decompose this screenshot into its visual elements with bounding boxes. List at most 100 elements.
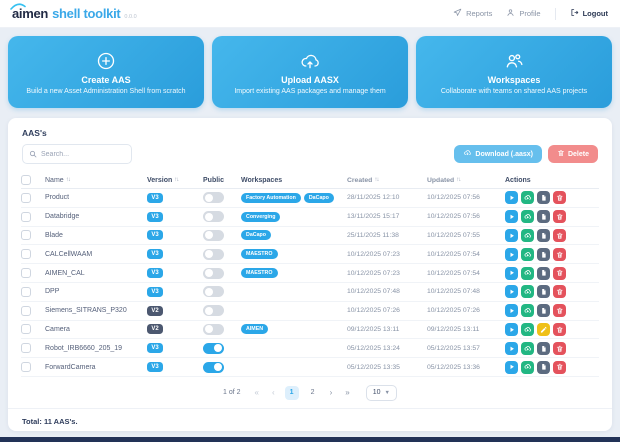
download-action-button[interactable]: [521, 229, 534, 242]
sort-icon[interactable]: ↑↓: [174, 177, 178, 183]
copy-action-button[interactable]: [537, 285, 550, 298]
run-action-button[interactable]: [505, 248, 518, 261]
aas-panel: AAS's Download (.aasx) Delete: [8, 118, 612, 431]
download-aasx-button[interactable]: Download (.aasx): [454, 145, 542, 163]
copy-action-button[interactable]: [537, 361, 550, 374]
delete-action-button[interactable]: [553, 323, 566, 336]
delete-action-button[interactable]: [553, 191, 566, 204]
public-toggle[interactable]: [203, 192, 224, 203]
page-size-select[interactable]: 10 ▼: [366, 385, 397, 401]
sort-icon[interactable]: ↑↓: [374, 177, 378, 183]
delete-action-button[interactable]: [553, 210, 566, 223]
delete-action-button[interactable]: [553, 342, 566, 355]
header-public: Public: [203, 177, 241, 184]
pagination-next-button[interactable]: ›: [327, 386, 336, 399]
download-action-button[interactable]: [521, 342, 534, 355]
copy-action-button[interactable]: [537, 210, 550, 223]
sort-icon[interactable]: ↑↓: [66, 177, 70, 183]
pagination-page-2[interactable]: 2: [306, 386, 320, 400]
run-action-button[interactable]: [505, 342, 518, 355]
row-actions: [505, 229, 599, 242]
public-toggle[interactable]: [203, 230, 224, 241]
edit-action-button[interactable]: [537, 323, 550, 336]
delete-action-button[interactable]: [553, 285, 566, 298]
copy-action-button[interactable]: [537, 304, 550, 317]
row-checkbox[interactable]: [21, 287, 31, 297]
public-toggle[interactable]: [203, 268, 224, 279]
pagination-last-button[interactable]: »: [342, 386, 352, 399]
download-action-button[interactable]: [521, 267, 534, 280]
delete-action-button[interactable]: [553, 229, 566, 242]
row-checkbox[interactable]: [21, 230, 31, 240]
nav-reports[interactable]: Reports: [453, 8, 492, 19]
download-action-button[interactable]: [521, 285, 534, 298]
card-subtitle: Collaborate with teams on shared AAS pro…: [441, 88, 587, 95]
pagination-page-1[interactable]: 1: [285, 386, 299, 400]
delete-action-button[interactable]: [553, 361, 566, 374]
run-action-button[interactable]: [505, 361, 518, 374]
row-checkbox[interactable]: [21, 343, 31, 353]
download-action-button[interactable]: [521, 304, 534, 317]
copy-action-button[interactable]: [537, 342, 550, 355]
row-actions: [505, 191, 599, 204]
copy-action-button[interactable]: [537, 191, 550, 204]
upload-aasx-card[interactable]: Upload AASX Import existing AAS packages…: [212, 36, 408, 108]
pagination-first-button[interactable]: «: [252, 386, 262, 399]
bulk-delete-button[interactable]: Delete: [548, 145, 598, 163]
create-aas-card[interactable]: Create AAS Build a new Asset Administrat…: [8, 36, 204, 108]
select-all-checkbox[interactable]: [21, 175, 31, 185]
public-toggle[interactable]: [203, 211, 224, 222]
public-toggle[interactable]: [203, 324, 224, 335]
delete-action-button[interactable]: [553, 304, 566, 317]
run-action-button[interactable]: [505, 323, 518, 336]
pagination-prev-button[interactable]: ‹: [269, 386, 278, 399]
copy-action-button[interactable]: [537, 248, 550, 261]
nav-logout[interactable]: Logout: [570, 8, 608, 19]
run-action-button[interactable]: [505, 210, 518, 223]
version-badge: V3: [147, 287, 163, 297]
sort-icon[interactable]: ↑↓: [456, 177, 460, 183]
run-action-button[interactable]: [505, 304, 518, 317]
delete-action-button[interactable]: [553, 267, 566, 280]
workspaces-card[interactable]: Workspaces Collaborate with teams on sha…: [416, 36, 612, 108]
download-action-button[interactable]: [521, 210, 534, 223]
panel-controls: Download (.aasx) Delete: [8, 142, 612, 172]
row-checkbox[interactable]: [21, 193, 31, 203]
run-action-button[interactable]: [505, 267, 518, 280]
version-badge: V2: [147, 324, 163, 334]
download-action-button[interactable]: [521, 248, 534, 261]
download-action-button[interactable]: [521, 191, 534, 204]
pagination: 1 of 2 « ‹ 12 › » 10 ▼: [8, 377, 612, 408]
nav-profile-label: Profile: [519, 9, 540, 18]
public-toggle[interactable]: [203, 286, 224, 297]
run-action-button[interactable]: [505, 191, 518, 204]
header-created[interactable]: Created↑↓: [347, 177, 427, 184]
header-name[interactable]: Name↑↓: [45, 177, 147, 184]
public-toggle[interactable]: [203, 343, 224, 354]
download-action-button[interactable]: [521, 361, 534, 374]
nav-profile[interactable]: Profile: [506, 8, 540, 19]
row-actions: [505, 267, 599, 280]
copy-action-button[interactable]: [537, 267, 550, 280]
download-aasx-label: Download (.aasx): [475, 151, 533, 158]
row-checkbox[interactable]: [21, 268, 31, 278]
row-checkbox[interactable]: [21, 362, 31, 372]
run-action-button[interactable]: [505, 285, 518, 298]
card-subtitle: Import existing AAS packages and manage …: [234, 88, 385, 95]
header-version[interactable]: Version↑↓: [147, 177, 203, 184]
row-checkbox[interactable]: [21, 212, 31, 222]
created-date: 05/12/2025 13:35: [347, 364, 427, 371]
header-updated[interactable]: Updated↑↓: [427, 177, 505, 184]
row-checkbox[interactable]: [21, 324, 31, 334]
public-toggle[interactable]: [203, 305, 224, 316]
delete-action-button[interactable]: [553, 248, 566, 261]
public-toggle[interactable]: [203, 362, 224, 373]
row-checkbox[interactable]: [21, 306, 31, 316]
download-action-button[interactable]: [521, 323, 534, 336]
public-toggle[interactable]: [203, 249, 224, 260]
row-checkbox[interactable]: [21, 249, 31, 259]
run-action-button[interactable]: [505, 229, 518, 242]
search-input[interactable]: [41, 151, 125, 158]
workspace-badge: MAESTRO: [241, 268, 278, 278]
copy-action-button[interactable]: [537, 229, 550, 242]
